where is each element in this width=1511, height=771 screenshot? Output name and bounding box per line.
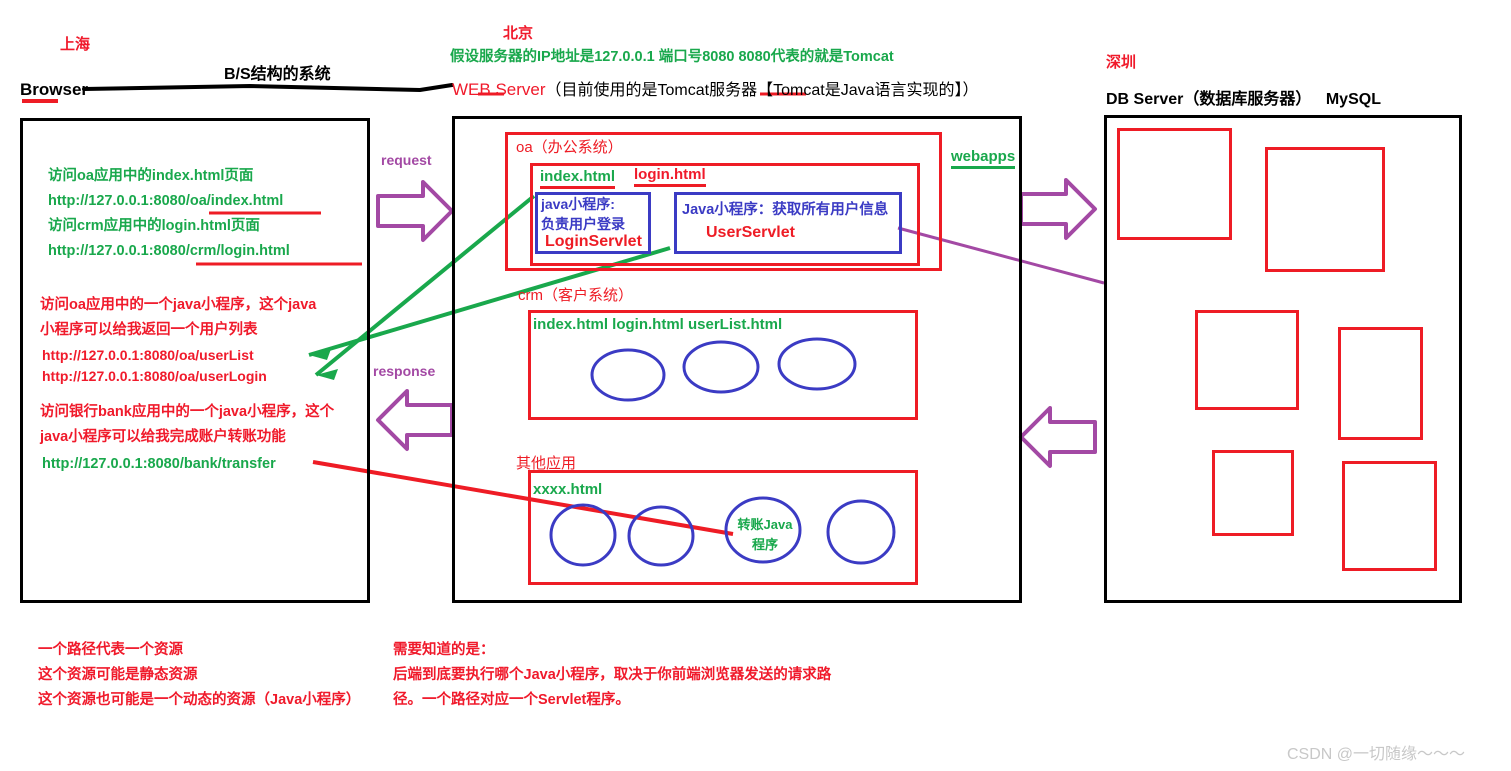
webserver-note-tomcat: Tomcat [773, 82, 825, 99]
webserver-label-row: WEB Server（目前使用的是Tomcat服务器【Tomcat是Java语言… [452, 76, 979, 100]
request-arrow [376, 180, 454, 242]
request-label: request [381, 152, 432, 168]
oa-app-title: oa（办公系统） [516, 139, 623, 156]
oa-file-login-html: login.html [634, 166, 706, 187]
browser-note-red-1: 访问oa应用中的一个java小程序，这个java 小程序可以给我返回一个用户列表 [40, 293, 316, 343]
browser-note-red-1-line-2: 小程序可以给我返回一个用户列表 [40, 322, 258, 338]
db-table-box-5 [1212, 450, 1294, 536]
user-servlet-name: UserServlet [706, 224, 795, 241]
diagram-canvas: 上海 B/S结构的系统 Browser 访问oa应用中的index.html页面… [0, 0, 1511, 771]
transfer-label-line-2: 程序 [751, 537, 778, 552]
transfer-java-program-label: 转账Java 程序 [728, 515, 802, 555]
footnote-left-line-3: 这个资源也可能是一个动态的资源（Java小程序） [38, 692, 361, 708]
login-servlet-name: LoginServlet [545, 233, 642, 250]
browser-url-userlist-block: http://127.0.0.1:8080/oa/userList http:/… [42, 345, 267, 387]
db-table-box-2 [1265, 147, 1385, 272]
login-servlet-desc: java小程序: 负责用户登录 [541, 194, 625, 234]
browser-label: Browser [20, 80, 89, 99]
other-file-list: xxxx.html [533, 481, 603, 498]
transfer-label-line-1: 转账Java [737, 517, 793, 532]
db-server-label: DB Server（数据库服务器） MySQL [1106, 85, 1381, 109]
db-table-box-1 [1117, 128, 1232, 240]
footnote-middle: 需要知道的是： 后端到底要执行哪个Java小程序，取决于你前端浏览器发送的请求路… [393, 638, 831, 713]
db-table-box-6 [1342, 461, 1437, 571]
response-arrow [376, 389, 454, 451]
browser-note-green-line-3: 访问crm应用中的login.html页面 [48, 218, 260, 234]
db-engine-label: MySQL [1325, 91, 1381, 108]
db-request-arrow [1019, 178, 1097, 240]
db-response-arrow [1019, 406, 1097, 468]
db-table-box-3 [1195, 310, 1299, 410]
browser-note-green: 访问oa应用中的index.html页面 http://127.0.0.1:80… [48, 164, 290, 264]
footnote-middle-line-3: 径。一个路径对应一个Servlet程序。 [393, 692, 630, 708]
footnote-left-line-2: 这个资源可能是静态资源 [38, 667, 198, 683]
footnote-middle-line-1: 需要知道的是： [393, 642, 495, 658]
webserver-label: WEB Server [452, 80, 546, 99]
browser-note-red-2-line-1: 访问银行bank应用中的一个java小程序，这个 [40, 404, 335, 420]
csdn-watermark: CSDN @一切随缘～～～ [1287, 746, 1466, 763]
crm-app-title: crm（客户系统） [518, 287, 633, 304]
browser-city-label: 上海 [60, 36, 91, 53]
browser-note-green-line-2: http://127.0.0.1:8080/oa/index.html [48, 193, 284, 209]
response-label: response [373, 363, 436, 379]
db-city-label: 深圳 [1106, 54, 1137, 71]
footnote-left-line-1: 一个路径代表一个资源 [38, 642, 183, 658]
login-servlet-desc-line-2: 负责用户登录 [541, 216, 625, 232]
webapps-label: webapps [951, 148, 1016, 169]
bs-architecture-title: B/S结构的系统 [224, 66, 331, 83]
db-table-box-4 [1338, 327, 1423, 440]
browser-url-bank-transfer: http://127.0.0.1:8080/bank/transfer [42, 456, 276, 472]
browser-note-red-2: 访问银行bank应用中的一个java小程序，这个 java小程序可以给我完成账户… [40, 400, 334, 450]
user-servlet-desc: Java小程序：获取所有用户信息 [682, 202, 889, 218]
bs-top-rule [82, 83, 454, 93]
db-server-label-text: DB Server（数据库服务器） [1106, 91, 1312, 108]
browser-note-red-1-line-1: 访问oa应用中的一个java小程序，这个java [40, 297, 317, 313]
browser-url-userlist: http://127.0.0.1:8080/oa/userList [42, 347, 254, 363]
webserver-ip-note: 假设服务器的IP地址是127.0.0.1 端口号8080 8080代表的就是To… [450, 49, 894, 65]
footnote-middle-line-2: 后端到底要执行哪个Java小程序，取决于你前端浏览器发送的请求路 [393, 667, 832, 683]
crm-file-list: index.html login.html userList.html [533, 316, 783, 333]
oa-file-index-html: index.html [540, 168, 616, 189]
browser-note-green-line-4: http://127.0.0.1:8080/crm/login.html [48, 243, 290, 259]
browser-url-userlogin: http://127.0.0.1:8080/oa/userLogin [42, 368, 267, 384]
login-servlet-desc-line-1: java小程序: [541, 196, 615, 212]
webserver-note-c: 是Java语言实现的】） [824, 82, 979, 99]
browser-note-green-line-1: 访问oa应用中的index.html页面 [48, 168, 254, 184]
browser-note-red-2-line-2: java小程序可以给我完成账户转账功能 [40, 429, 286, 445]
footnote-left: 一个路径代表一个资源 这个资源可能是静态资源 这个资源也可能是一个动态的资源（J… [38, 638, 360, 713]
webserver-note-a: （目前使用的是Tomcat服务器【 [545, 82, 774, 99]
webserver-city-label: 北京 [503, 25, 534, 42]
